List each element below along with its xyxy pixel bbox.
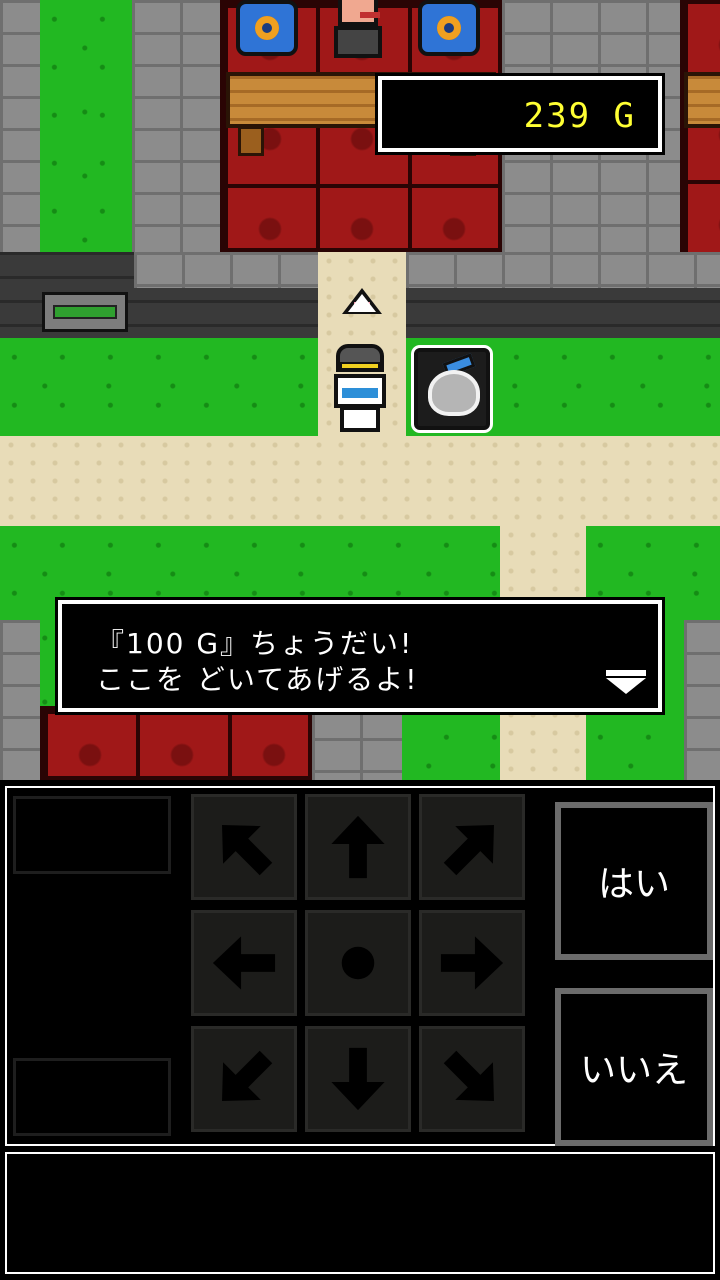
dialog-line: ここを どいてあげるよ! (96, 663, 419, 696)
gold-amount: 239 G (523, 96, 636, 136)
right-arrow-key[interactable] (419, 910, 525, 1016)
center-dot-key[interactable] (305, 910, 411, 1016)
wall-face (134, 252, 320, 288)
ad-banner-area (5, 1152, 715, 1274)
right-arrow-icon (440, 936, 504, 990)
down-arrow-key[interactable] (305, 1026, 411, 1132)
money-bag-npc[interactable] (414, 348, 490, 430)
shopkeeper-body (334, 26, 382, 58)
grass-strip (40, 0, 132, 290)
main-road (0, 436, 720, 526)
shopkeeper-npc[interactable] (330, 0, 388, 64)
stone-wall (312, 706, 402, 780)
center-dot-icon (341, 946, 375, 980)
item-slot[interactable] (13, 796, 171, 874)
stone-wall (684, 620, 720, 780)
down-right-arrow-icon (443, 1050, 494, 1101)
lawn (0, 338, 318, 438)
down-arrow-icon (331, 1047, 385, 1111)
shop-floor (40, 706, 312, 780)
left-arrow-key[interactable] (191, 910, 297, 1016)
shopkeeper-head (338, 0, 380, 26)
pot (418, 0, 480, 56)
control-panel: はい いいえ (0, 780, 720, 1280)
triangle-down-icon[interactable] (606, 670, 646, 694)
player-character (330, 344, 390, 436)
down-left-arrow-key[interactable] (191, 1026, 297, 1132)
shop-counter (684, 72, 720, 128)
down-right-arrow-key[interactable] (419, 1026, 525, 1132)
yes-button[interactable]: はい (555, 802, 713, 960)
stone-wall (0, 620, 40, 780)
npc-marker-icon (342, 288, 382, 314)
dialog-line: 『100 G』ちょうだい! (96, 627, 414, 660)
item-slot[interactable] (13, 1058, 171, 1136)
town-sign[interactable] (42, 292, 128, 332)
up-left-arrow-icon (222, 825, 273, 876)
pot (236, 0, 298, 56)
up-left-arrow-key[interactable] (191, 794, 297, 900)
no-button[interactable]: いいえ (555, 988, 713, 1146)
left-arrow-icon (212, 936, 276, 990)
stone-wall (0, 0, 40, 290)
up-right-arrow-icon (443, 825, 494, 876)
dialog-box[interactable]: 『100 G』ちょうだい! ここを どいてあげるよ! (58, 600, 662, 712)
gold-window: 239 G (378, 76, 662, 152)
controls-frame: はい いいえ (5, 786, 715, 1146)
up-right-arrow-key[interactable] (419, 794, 525, 900)
down-left-arrow-icon (222, 1050, 273, 1101)
bag-sack (428, 370, 480, 416)
counter-leg (238, 126, 264, 156)
up-arrow-icon (331, 815, 385, 879)
direction-pad (191, 794, 531, 1144)
stone-wall (132, 0, 220, 260)
up-arrow-key[interactable] (305, 794, 411, 900)
wall-face (406, 252, 720, 288)
